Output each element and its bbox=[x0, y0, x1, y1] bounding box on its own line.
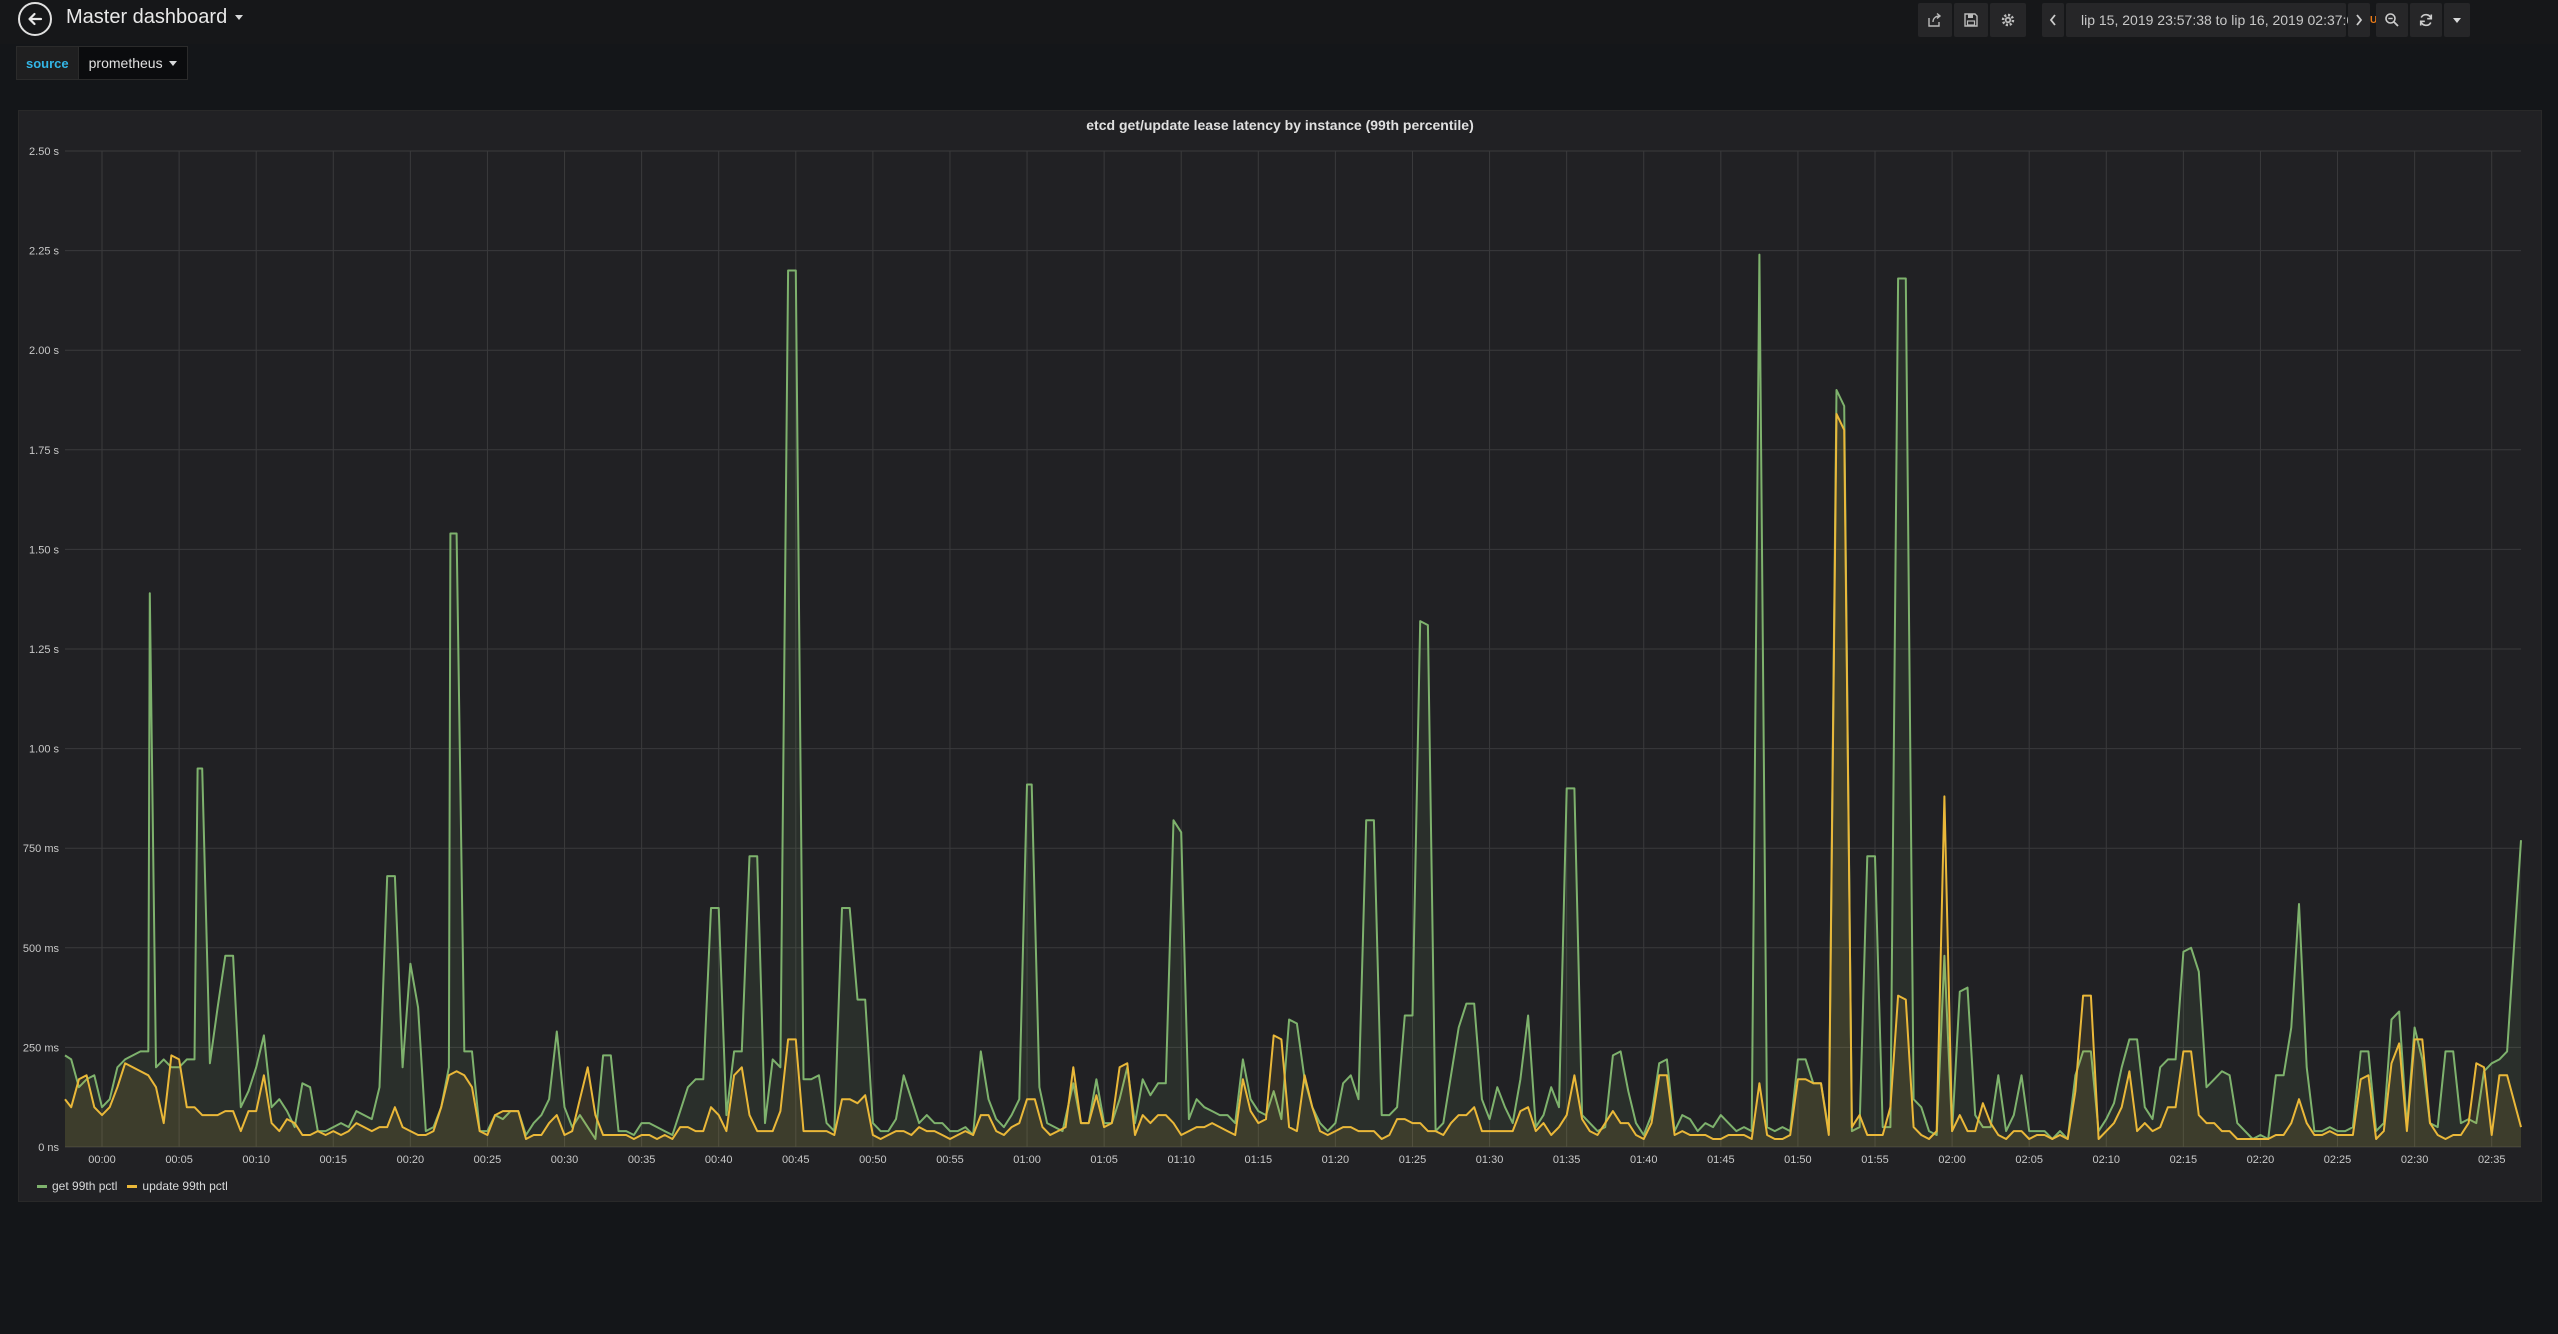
time-shift-forward-button[interactable] bbox=[2348, 3, 2370, 37]
x-tick-label: 00:30 bbox=[551, 1154, 579, 1166]
variable-label-source: source bbox=[16, 46, 79, 80]
x-tick-label: 01:50 bbox=[1784, 1154, 1812, 1166]
series-get-line bbox=[64, 253, 2522, 1140]
x-tick-label: 00:35 bbox=[628, 1154, 656, 1166]
variable-select-source[interactable]: prometheus bbox=[78, 46, 188, 80]
time-range-text: lip 15, 2019 23:57:38 to lip 16, 2019 02… bbox=[2081, 12, 2363, 28]
time-range-picker[interactable]: lip 15, 2019 23:57:38 to lip 16, 2019 02… bbox=[2066, 3, 2391, 37]
x-tick-label: 01:15 bbox=[1245, 1154, 1273, 1166]
x-tick-label: 00:25 bbox=[474, 1154, 502, 1166]
arrow-left-icon bbox=[28, 12, 43, 26]
x-tick-label: 00:50 bbox=[859, 1154, 887, 1166]
share-button[interactable] bbox=[1918, 3, 1952, 37]
y-tick-label: 750 ms bbox=[23, 843, 60, 855]
x-tick-label: 00:45 bbox=[782, 1154, 810, 1166]
x-tick-label: 00:20 bbox=[397, 1154, 425, 1166]
y-tick-label: 1.25 s bbox=[29, 644, 59, 656]
latency-graph[interactable]: 0 ns 250 ms 500 ms 750 ms 1.00 s 1.25 s 1.50 s… bbox=[19, 111, 2541, 1201]
y-tick-label: 2.25 s bbox=[29, 246, 59, 258]
back-button[interactable] bbox=[18, 2, 52, 36]
y-tick-label: 1.75 s bbox=[29, 445, 59, 457]
x-tick-label: 01:00 bbox=[1013, 1154, 1041, 1166]
refresh-icon bbox=[2419, 13, 2433, 27]
search-minus-icon bbox=[2385, 13, 2399, 27]
legend-item-get[interactable]: get 99th pctl bbox=[37, 1179, 117, 1193]
x-tick-label: 01:35 bbox=[1553, 1154, 1581, 1166]
save-icon bbox=[1964, 13, 1978, 27]
time-shift-back-button[interactable] bbox=[2042, 3, 2064, 37]
y-tick-label: 1.50 s bbox=[29, 544, 59, 556]
template-variables: source prometheus bbox=[16, 46, 188, 80]
chevron-right-icon bbox=[2356, 14, 2363, 26]
y-tick-label: 2.50 s bbox=[29, 146, 59, 158]
gear-icon bbox=[2001, 13, 2015, 27]
x-tick-label: 02:20 bbox=[2247, 1154, 2275, 1166]
x-tick-label: 00:15 bbox=[319, 1154, 347, 1166]
dashboard-title-dropdown[interactable]: Master dashboard bbox=[66, 6, 244, 29]
x-tick-label: 01:10 bbox=[1167, 1154, 1195, 1166]
y-tick-label: 500 ms bbox=[23, 943, 60, 955]
caret-down-icon bbox=[2453, 17, 2461, 23]
x-tick-label: 02:05 bbox=[2015, 1154, 2043, 1166]
share-icon bbox=[1928, 12, 1942, 27]
x-tick-label: 01:30 bbox=[1476, 1154, 1504, 1166]
legend-label-update: update 99th pctl bbox=[142, 1179, 228, 1193]
legend-swatch-update bbox=[127, 1184, 138, 1188]
variable-value: prometheus bbox=[88, 55, 163, 71]
toolbar-right: lip 15, 2019 23:57:38 to lip 16, 2019 02… bbox=[1918, 3, 2558, 37]
x-tick-label: 02:00 bbox=[1938, 1154, 1966, 1166]
zoom-out-button[interactable] bbox=[2376, 3, 2408, 37]
x-tick-label: 00:55 bbox=[936, 1154, 964, 1166]
x-tick-label: 00:00 bbox=[88, 1154, 116, 1166]
x-tick-label: 00:05 bbox=[165, 1154, 193, 1166]
graph-legend: get 99th pctl update 99th pctl bbox=[37, 1179, 228, 1193]
series-get-area bbox=[65, 254, 2521, 1148]
x-tick-label: 02:30 bbox=[2401, 1154, 2429, 1166]
x-tick-label: 02:10 bbox=[2093, 1154, 2121, 1166]
x-tick-label: 02:15 bbox=[2170, 1154, 2198, 1166]
refresh-button[interactable] bbox=[2410, 3, 2442, 37]
x-tick-label: 02:25 bbox=[2324, 1154, 2352, 1166]
x-tick-label: 01:20 bbox=[1322, 1154, 1350, 1166]
chevron-left-icon bbox=[2049, 14, 2056, 26]
dashboard-title: Master dashboard bbox=[66, 6, 228, 28]
top-navbar: Master dashboard lip 15, 2019 23:57:38 t… bbox=[0, 0, 2558, 44]
legend-item-update[interactable]: update 99th pctl bbox=[127, 1179, 228, 1193]
refresh-interval-dropdown[interactable] bbox=[2444, 3, 2470, 37]
x-tick-label: 02:35 bbox=[2478, 1154, 2506, 1166]
settings-button[interactable] bbox=[1990, 3, 2026, 37]
x-tick-label: 01:45 bbox=[1707, 1154, 1735, 1166]
legend-label-get: get 99th pctl bbox=[52, 1179, 118, 1193]
x-tick-label: 01:40 bbox=[1630, 1154, 1658, 1166]
y-tick-label: 0 ns bbox=[38, 1142, 59, 1154]
x-tick-label: 00:40 bbox=[705, 1154, 733, 1166]
legend-swatch-get bbox=[37, 1184, 47, 1188]
x-tick-label: 00:10 bbox=[242, 1154, 270, 1166]
caret-down-icon bbox=[168, 60, 177, 66]
y-tick-label: 1.00 s bbox=[29, 744, 59, 756]
graph-panel: etcd get/update lease latency by instanc… bbox=[18, 110, 2542, 1202]
x-tick-label: 01:55 bbox=[1861, 1154, 1889, 1166]
y-tick-label: 250 ms bbox=[23, 1042, 60, 1054]
x-tick-label: 01:25 bbox=[1399, 1154, 1427, 1166]
save-button[interactable] bbox=[1954, 3, 1988, 37]
y-tick-label: 2.00 s bbox=[29, 345, 59, 357]
caret-down-icon bbox=[235, 15, 244, 20]
x-tick-label: 01:05 bbox=[1090, 1154, 1118, 1166]
